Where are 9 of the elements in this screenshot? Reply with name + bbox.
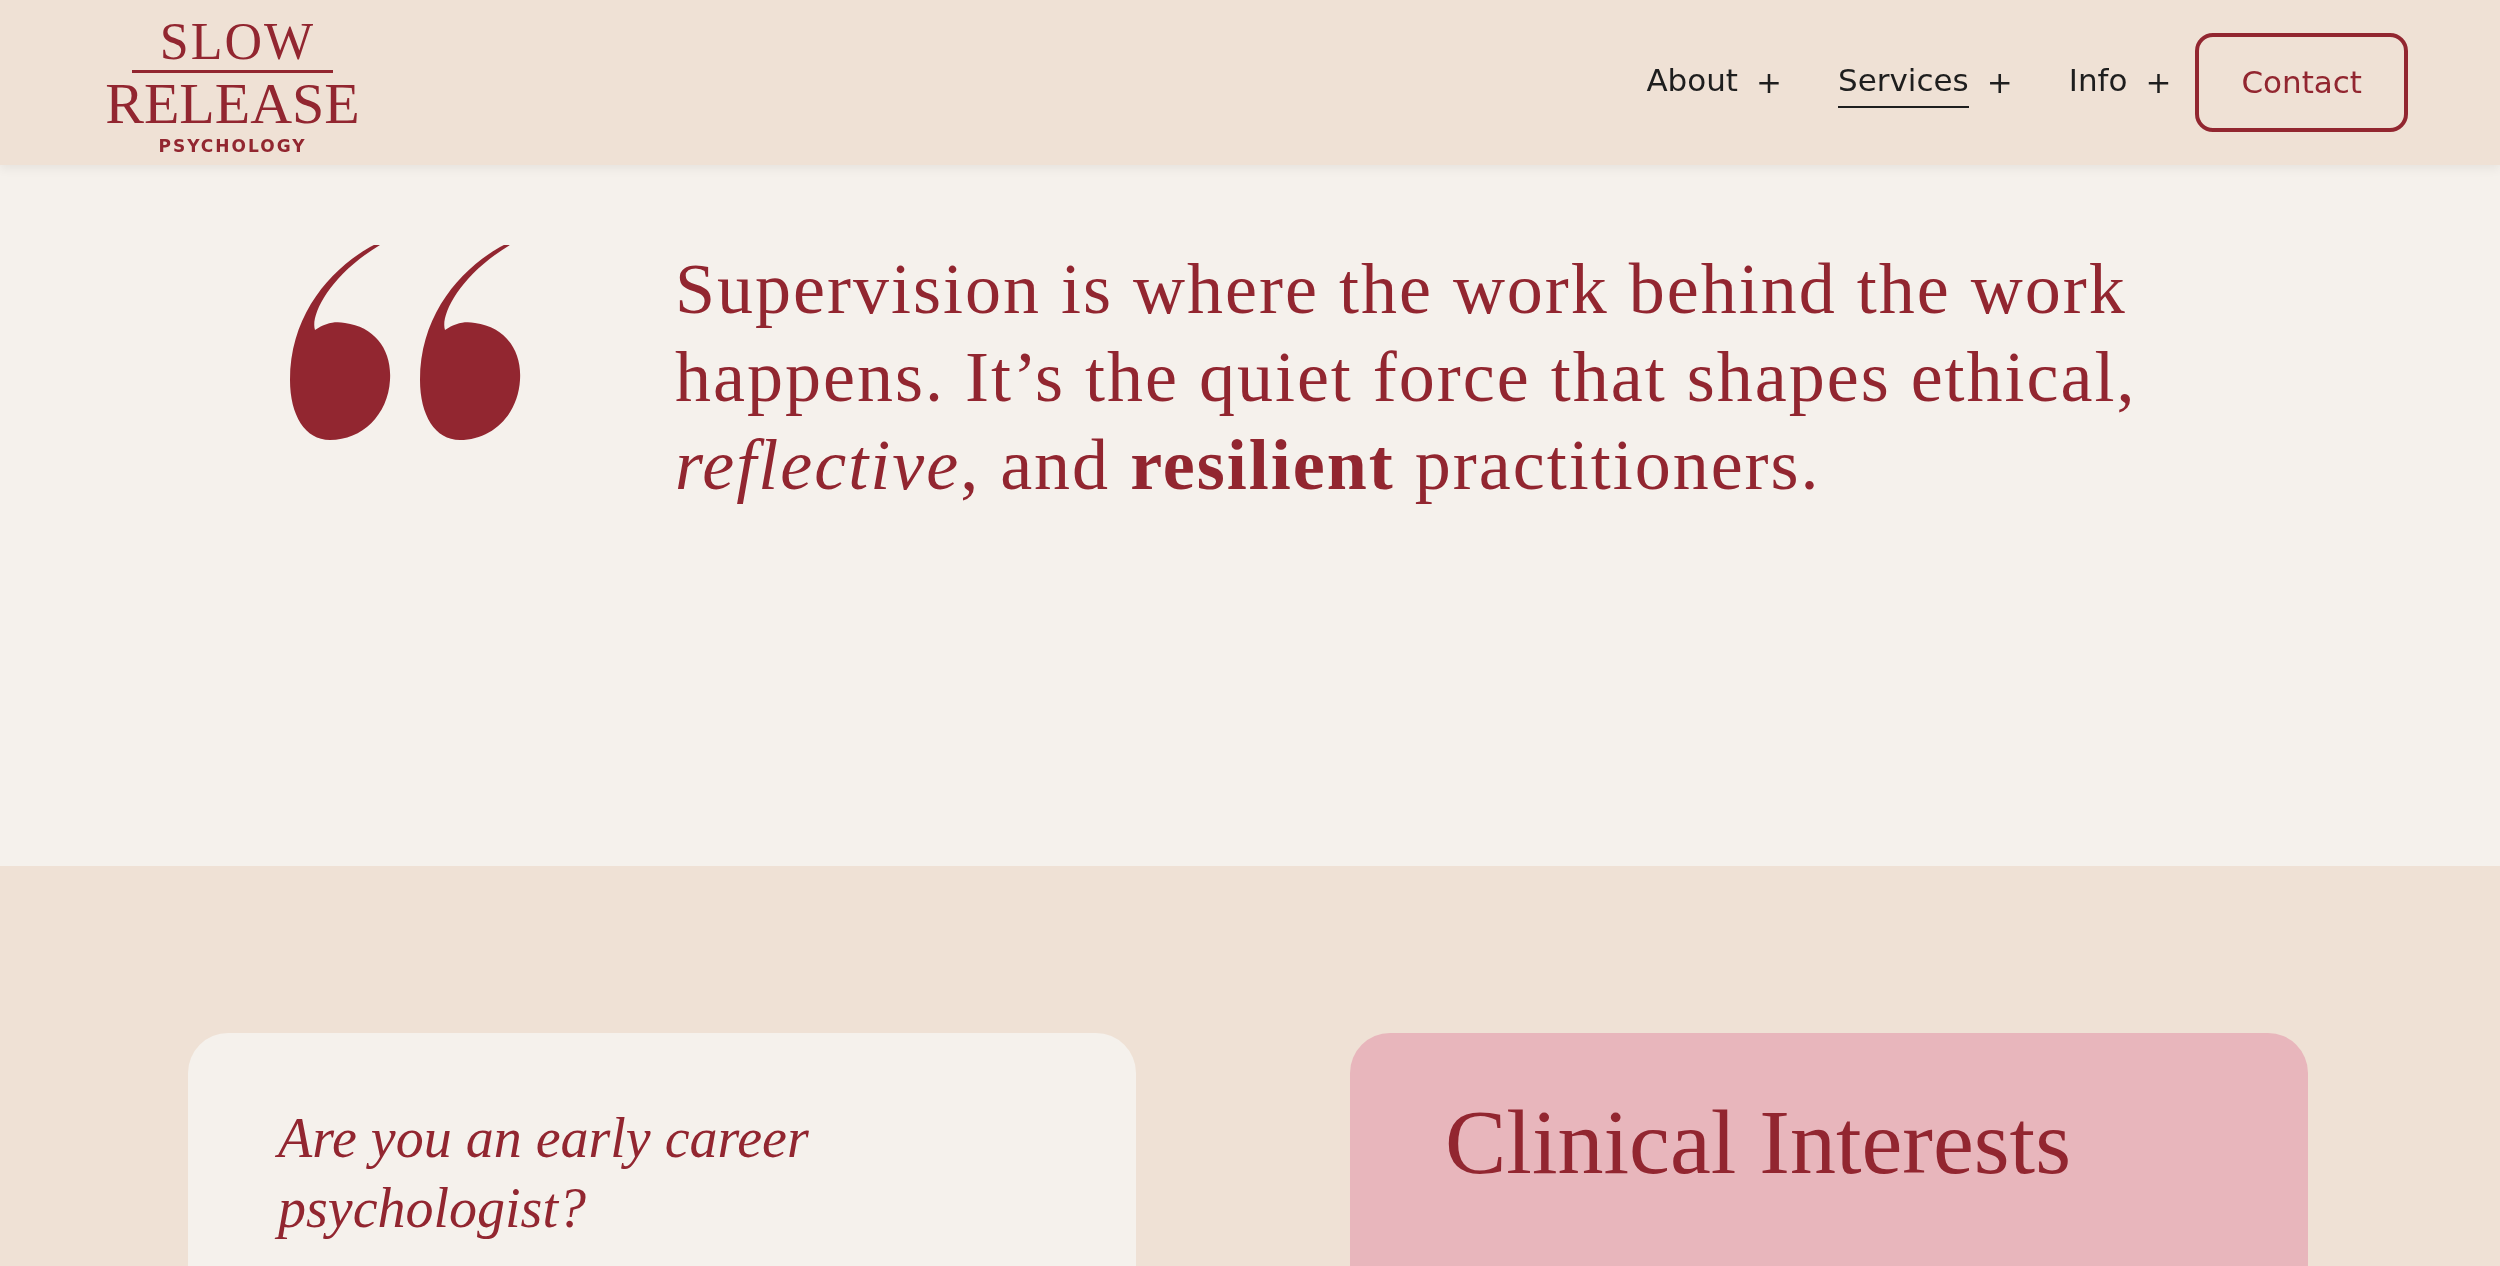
expand-toggle[interactable]: + bbox=[2145, 59, 2172, 106]
contact-button[interactable]: Contact bbox=[2195, 33, 2408, 132]
card-heading: Clinical Interests bbox=[1445, 1090, 2072, 1195]
expand-toggle[interactable]: + bbox=[1986, 59, 2013, 106]
nav-link[interactable]: About bbox=[1646, 57, 1739, 108]
nav-link[interactable]: Info bbox=[2068, 57, 2128, 108]
quote-text: Supervision is where the work behind the work happens. It’s the quiet force that shapes ethical, reflective, and resilient practitioners. bbox=[675, 248, 2138, 507]
expand-toggle[interactable]: + bbox=[1756, 59, 1782, 106]
nav-link[interactable]: Services bbox=[1838, 57, 1969, 108]
